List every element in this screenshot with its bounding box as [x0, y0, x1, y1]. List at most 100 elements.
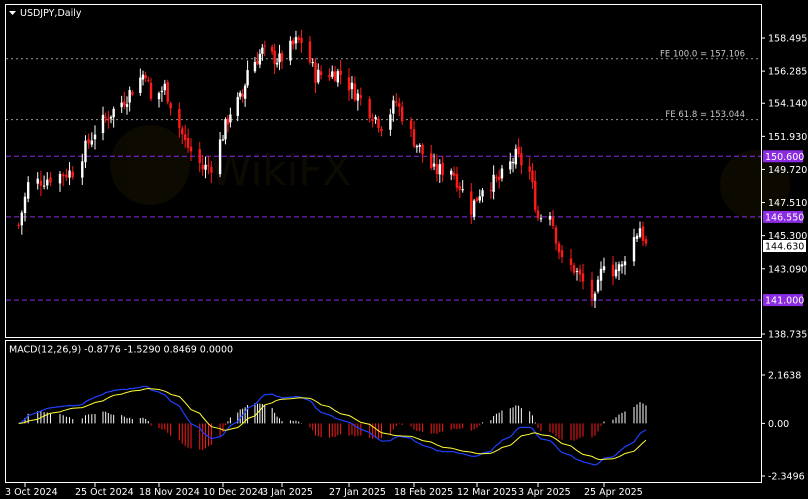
candle-bull	[438, 164, 441, 175]
candle-bull	[599, 268, 603, 281]
candle-bear	[371, 119, 374, 122]
candle-bull	[93, 134, 97, 140]
candle-bull	[461, 189, 464, 191]
candle-bear	[300, 37, 303, 43]
candle-bear	[65, 174, 68, 178]
candle-bull	[36, 178, 39, 184]
candle-bull	[289, 40, 292, 61]
candle-bear	[207, 164, 210, 167]
candle-bear	[458, 185, 462, 190]
candle-bull	[415, 145, 419, 148]
candle-bear	[107, 118, 110, 121]
candle-bear	[409, 120, 413, 129]
candle-bull	[472, 200, 476, 217]
candle-bear	[353, 83, 357, 100]
candle-bull	[141, 74, 145, 80]
candle-bear	[39, 180, 43, 186]
candle-bull	[481, 190, 484, 197]
time-axis-tick-label: 27 Jan 2025	[329, 487, 386, 498]
candle-bear	[557, 243, 561, 253]
candle-bear	[528, 166, 531, 172]
chart-canvas[interactable]: WikiFX USDJPY,Daily FE 100.0 = 157.106 FE…	[0, 0, 808, 499]
candle-bull	[163, 83, 167, 91]
candle-bull	[418, 145, 421, 147]
macd-title: MACD(12,26,9) -0.8776 -1.5290 0.8469 0.0…	[9, 345, 233, 356]
candle-bear	[435, 164, 439, 175]
candle-bear	[178, 108, 181, 128]
fe-level-label: FE 100.0 = 157.106	[660, 49, 745, 59]
candle-bear	[291, 40, 295, 45]
candle-bull	[246, 70, 249, 86]
candle-bear	[560, 250, 564, 258]
candle-bear	[581, 273, 585, 282]
candle-bull	[450, 170, 453, 175]
candle-bear	[611, 264, 615, 277]
candle-bear	[256, 60, 259, 64]
candle-bear	[149, 82, 153, 99]
candle-bear	[71, 171, 74, 178]
candle-bear	[226, 118, 230, 125]
candle-bear	[569, 258, 573, 265]
macd-axis-tick-label: -2.3496	[768, 472, 805, 483]
candle-bear	[144, 75, 147, 79]
candle-bear	[273, 50, 276, 64]
price-axis-tick-label: 158.495	[768, 34, 807, 45]
candle-bear	[333, 71, 337, 81]
candle-bull	[620, 264, 624, 267]
key-level-label: 141.000	[765, 296, 804, 307]
key-level-label: 150.600	[765, 152, 804, 163]
candle-bull	[311, 62, 314, 64]
candle-bull	[84, 140, 87, 163]
candle-bear	[531, 170, 534, 183]
candle-bear	[398, 103, 401, 107]
candle-bull	[112, 108, 115, 118]
candle-bear	[368, 98, 371, 119]
candle-bear	[181, 128, 184, 135]
candle-bull	[253, 61, 257, 72]
candle-bear	[578, 269, 582, 275]
candle-bull	[635, 235, 639, 239]
candle-bull	[638, 228, 642, 237]
price-axis-tick-label: 154.140	[768, 99, 807, 110]
candle-bear	[347, 77, 351, 91]
candle-bear	[412, 129, 416, 147]
candle-bull	[275, 62, 279, 65]
candle-bear	[169, 103, 172, 109]
candle-bull	[42, 185, 46, 187]
current-price-label: 144.630	[765, 242, 804, 253]
candle-bull	[317, 69, 320, 83]
candle-bear	[131, 92, 134, 95]
candle-bear	[189, 146, 193, 152]
candle-bull	[492, 174, 495, 192]
price-axis-tick-label: 156.285	[768, 67, 807, 78]
candle-bull	[20, 212, 24, 226]
candle-bull	[204, 164, 207, 170]
candle-bear	[495, 177, 498, 179]
candle-bear	[452, 172, 456, 177]
candle-bear	[421, 144, 424, 155]
candle-bear	[455, 173, 459, 188]
candle-bear	[319, 71, 323, 76]
candle-bull	[602, 266, 606, 271]
price-axis-tick-label: 147.510	[768, 198, 807, 209]
price-axis-tick-label: 138.735	[768, 330, 807, 341]
candle-bull	[160, 90, 164, 93]
candle-bull	[258, 53, 262, 65]
candle-bull	[58, 173, 62, 184]
chart-window: WikiFX USDJPY,Daily FE 100.0 = 157.106 FE…	[0, 0, 808, 499]
macd-axis-tick-label: 0.00	[768, 419, 789, 430]
candle-bull	[294, 37, 298, 44]
time-axis-tick-label: 25 Apr 2025	[584, 487, 643, 498]
candle-bull	[331, 71, 334, 77]
candle-bull	[243, 85, 247, 99]
candle-bull	[374, 117, 377, 120]
symbol-menu-icon[interactable]	[9, 11, 16, 15]
time-axis-tick-label: 3 Oct 2024	[5, 487, 58, 498]
candle-bull	[101, 114, 105, 133]
time-axis-tick-label: 25 Oct 2024	[75, 487, 134, 498]
time-axis-tick-label: 3 Jan 2025	[262, 487, 313, 498]
candle-bear	[17, 224, 20, 226]
candle-bull	[109, 116, 113, 119]
candle-bear	[198, 149, 201, 164]
candle-bear	[186, 138, 190, 148]
